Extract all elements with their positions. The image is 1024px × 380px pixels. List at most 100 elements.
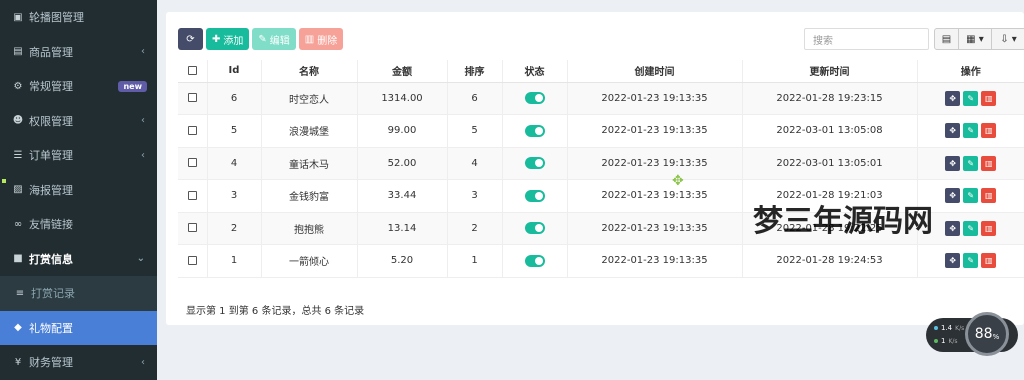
- drag-move-button[interactable]: ✥: [945, 253, 961, 269]
- drag-move-button[interactable]: ✥: [945, 220, 961, 236]
- cell-amount: 13.14: [357, 212, 448, 245]
- header-status[interactable]: 状态: [502, 60, 568, 83]
- header-created[interactable]: 创建时间: [567, 60, 743, 83]
- sidebar-item-label: 商品管理: [29, 45, 73, 59]
- table-row[interactable]: 1 一箭倾心 5.20 1 2022-01-23 19:13:35 2022-0…: [178, 244, 1024, 278]
- row-checkbox-cell[interactable]: [178, 82, 208, 115]
- row-checkbox-cell[interactable]: [178, 114, 208, 148]
- sidebar-item-label: 打赏记录: [31, 287, 75, 301]
- row-edit-button[interactable]: ✎: [963, 188, 979, 204]
- sidebar-item-label: 财务管理: [29, 356, 73, 370]
- move-icon: ✥: [949, 256, 957, 266]
- export-button[interactable]: ⇩ ▾: [992, 28, 1024, 50]
- sidebar-item-general[interactable]: ⚙ 常规管理 new: [0, 69, 157, 104]
- cell-actions: ✥ ✎ ▥: [917, 147, 1024, 180]
- row-delete-button[interactable]: ▥: [981, 253, 997, 269]
- row-edit-button[interactable]: ✎: [963, 220, 979, 236]
- sidebar-item-reward-info[interactable]: ■ 打赏信息 ⌄: [0, 242, 157, 277]
- drag-move-button[interactable]: ✥: [945, 155, 961, 171]
- select-all-checkbox[interactable]: [187, 65, 197, 75]
- edit-button[interactable]: ✎ 编辑: [252, 28, 296, 50]
- group-icon: ☻: [12, 115, 24, 127]
- status-toggle[interactable]: [524, 189, 545, 202]
- status-toggle[interactable]: [524, 254, 545, 267]
- sidebar-item-auth[interactable]: ☻ 权限管理 ‹: [0, 104, 157, 139]
- sidebar-item-gift-config[interactable]: ◆ 礼物配置: [0, 310, 157, 345]
- pencil-icon: ✎: [967, 256, 975, 266]
- data-table: Id 名称 金额 排序 状态 创建时间 更新时间 操作 6 时空恋人 1314.…: [178, 60, 1024, 278]
- add-button[interactable]: ✚ 添加: [206, 28, 250, 50]
- sidebar-item-posters[interactable]: ▨ 海报管理: [0, 173, 157, 208]
- row-checkbox-cell[interactable]: [178, 212, 208, 245]
- row-delete-button[interactable]: ▥: [981, 90, 997, 106]
- row-checkbox[interactable]: [187, 255, 197, 265]
- cell-actions: ✥ ✎ ▥: [917, 212, 1024, 245]
- pencil-icon: ✎: [967, 191, 975, 201]
- row-delete-button[interactable]: ▥: [981, 123, 997, 139]
- row-checkbox[interactable]: [187, 223, 197, 233]
- row-checkbox[interactable]: [187, 158, 197, 168]
- list-icon: ☰: [13, 149, 23, 161]
- upload-dot-icon: [934, 326, 938, 330]
- toggle-view-button[interactable]: ▤: [934, 28, 959, 50]
- main-content: ⟳ ✚ 添加 ✎ 编辑 ▥ 删除 搜索 ▤ ▦ ▾ ⇩ ▾ Id 名称 金额 排…: [157, 0, 1024, 380]
- row-checkbox[interactable]: [187, 190, 197, 200]
- sidebar-item-goods[interactable]: ▤ 商品管理 ‹: [0, 35, 157, 70]
- pencil-icon: ✎: [967, 223, 975, 233]
- status-toggle[interactable]: [524, 222, 545, 235]
- header-checkbox-cell[interactable]: [178, 60, 208, 83]
- header-name[interactable]: 名称: [261, 60, 358, 83]
- header-amount[interactable]: 金额: [357, 60, 448, 83]
- upload-unit: K/s: [955, 324, 965, 332]
- row-delete-button[interactable]: ▥: [981, 220, 997, 236]
- cell-id: 3: [207, 179, 262, 213]
- status-toggle[interactable]: [524, 124, 545, 137]
- move-cursor-icon: ✥: [672, 173, 684, 189]
- sidebar-item-label: 礼物配置: [29, 321, 73, 335]
- search-input[interactable]: 搜索: [804, 28, 929, 50]
- row-delete-button[interactable]: ▥: [981, 188, 997, 204]
- columns-button[interactable]: ▦ ▾: [959, 28, 992, 50]
- cell-amount: 99.00: [357, 114, 448, 148]
- sidebar-item-reward-records[interactable]: ≡ 打赏记录: [0, 276, 157, 311]
- table-row[interactable]: 5 浪漫城堡 99.00 5 2022-01-23 19:13:35 2022-…: [178, 114, 1024, 148]
- table-row[interactable]: 4 童话木马 52.00 4 2022-01-23 19:13:35 2022-…: [178, 147, 1024, 180]
- cell-status: [502, 147, 568, 180]
- status-toggle[interactable]: [524, 92, 545, 105]
- row-checkbox-cell[interactable]: [178, 179, 208, 213]
- sidebar-item-carousel[interactable]: ▣ 轮播图管理: [0, 0, 157, 35]
- upload-value: 1.4: [941, 324, 953, 332]
- row-edit-button[interactable]: ✎: [963, 123, 979, 139]
- sidebar-item-finance[interactable]: ¥ 财务管理 ‹: [0, 345, 157, 380]
- row-checkbox[interactable]: [187, 125, 197, 135]
- sidebar-item-links[interactable]: ∞ 友情链接: [0, 207, 157, 242]
- row-checkbox[interactable]: [187, 93, 197, 103]
- row-edit-button[interactable]: ✎: [963, 90, 979, 106]
- move-icon: ✥: [949, 191, 957, 201]
- status-toggle[interactable]: [524, 157, 545, 170]
- row-delete-button[interactable]: ▥: [981, 155, 997, 171]
- drag-move-button[interactable]: ✥: [945, 90, 961, 106]
- header-id[interactable]: Id: [207, 60, 262, 83]
- upload-speed: 1.4 K/s: [934, 324, 964, 332]
- memory-gauge[interactable]: 88%: [965, 312, 1009, 356]
- row-edit-button[interactable]: ✎: [963, 253, 979, 269]
- sidebar-item-orders[interactable]: ☰ 订单管理 ‹: [0, 138, 157, 173]
- sidebar-item-label: 友情链接: [29, 218, 73, 232]
- header-updated[interactable]: 更新时间: [742, 60, 918, 83]
- cell-name: 时空恋人: [261, 82, 358, 115]
- header-sort[interactable]: 排序: [447, 60, 503, 83]
- refresh-button[interactable]: ⟳: [178, 28, 203, 50]
- drag-move-button[interactable]: ✥: [945, 123, 961, 139]
- table-header-row: Id 名称 金额 排序 状态 创建时间 更新时间 操作: [178, 60, 1024, 83]
- cell-status: [502, 114, 568, 148]
- delete-button[interactable]: ▥ 删除: [298, 28, 344, 50]
- drag-move-button[interactable]: ✥: [945, 188, 961, 204]
- marker-dot: [2, 179, 6, 183]
- row-checkbox-cell[interactable]: [178, 147, 208, 180]
- row-edit-button[interactable]: ✎: [963, 155, 979, 171]
- cell-sort: 4: [447, 147, 503, 180]
- export-icon: ⇩ ▾: [1000, 33, 1017, 45]
- row-checkbox-cell[interactable]: [178, 244, 208, 278]
- table-row[interactable]: 6 时空恋人 1314.00 6 2022-01-23 19:13:35 202…: [178, 82, 1024, 115]
